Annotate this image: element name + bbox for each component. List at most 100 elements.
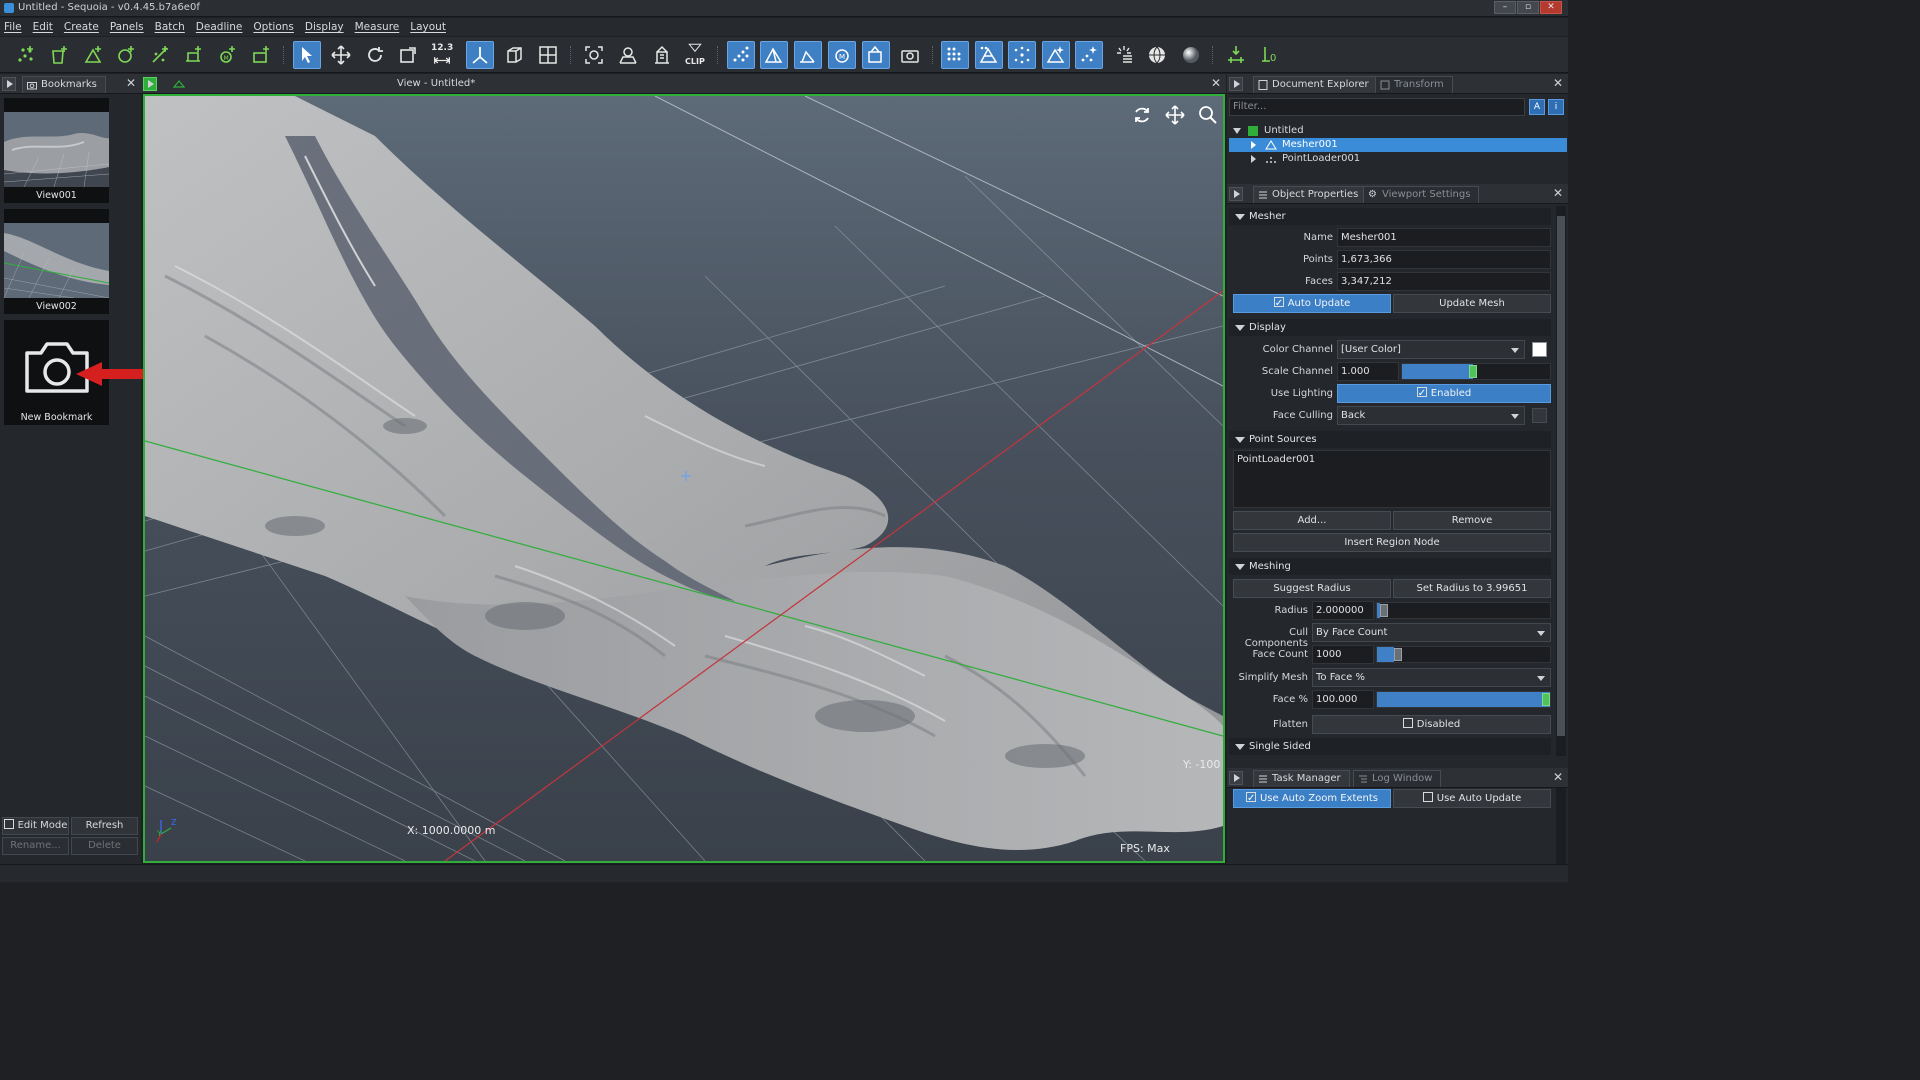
section-meshing[interactable]: Meshing [1229, 558, 1551, 575]
menu-edit[interactable]: Edit [33, 21, 53, 33]
tree-item-pointloader001[interactable]: PointLoader001 [1229, 152, 1567, 166]
collapse-arrow-icon[interactable] [1251, 155, 1256, 163]
bookmark-view002[interactable]: View002 [4, 209, 109, 314]
face-culling-dropdown[interactable]: Back [1337, 406, 1525, 425]
color-channel-dropdown[interactable]: [User Color] [1337, 340, 1525, 359]
point-display-icon[interactable] [727, 41, 755, 69]
close-viewport-button[interactable]: ✕ [1209, 77, 1223, 91]
add-mesher-icon[interactable] [80, 41, 108, 69]
edit-mode-checkbox[interactable]: Edit Mode [2, 817, 69, 835]
grid-snap-icon[interactable] [534, 41, 562, 69]
filter-case-icon[interactable]: A [1529, 99, 1545, 115]
face-culling-extra-button[interactable] [1532, 408, 1547, 423]
origin-zero-icon[interactable]: 0 [1256, 41, 1284, 69]
slider-handle[interactable] [1542, 693, 1550, 706]
task-manager-scrollbar[interactable] [1556, 788, 1566, 864]
simplify-mesh-dropdown[interactable]: To Face % [1312, 668, 1551, 687]
slider-handle[interactable] [1393, 648, 1402, 661]
add-point-loader-icon[interactable] [12, 41, 40, 69]
close-window-button[interactable]: ✕ [1540, 1, 1562, 14]
rotate-tool-icon[interactable] [361, 41, 389, 69]
rename-button[interactable]: Rename... [2, 837, 69, 855]
close-bookmarks-button[interactable]: ✕ [124, 77, 138, 91]
add-modifier-icon[interactable]: M [214, 41, 242, 69]
menu-panels[interactable]: Panels [110, 21, 144, 33]
menu-batch[interactable]: Batch [155, 21, 185, 33]
section-display[interactable]: Display [1229, 319, 1551, 336]
clip-tool-icon[interactable]: CLIP [681, 41, 709, 69]
properties-scrollbar[interactable] [1556, 206, 1566, 756]
modifier-display-icon[interactable]: M [828, 41, 856, 69]
tree-item-mesher001[interactable]: Mesher001 [1229, 138, 1567, 152]
camera-display-icon[interactable] [896, 41, 924, 69]
tab-viewport-settings[interactable]: ⚙ Viewport Settings [1363, 186, 1480, 203]
add-camera-icon[interactable] [248, 41, 276, 69]
insert-region-node-button[interactable]: Insert Region Node [1233, 533, 1551, 552]
gizmo-axis-icon[interactable] [466, 41, 494, 69]
task-manager-toggle[interactable] [1229, 771, 1243, 785]
slider-handle[interactable] [1380, 604, 1389, 617]
document-explorer-toggle[interactable] [1229, 77, 1243, 91]
filter-info-icon[interactable]: i [1548, 99, 1564, 115]
sphere-shading-icon[interactable] [1143, 41, 1171, 69]
filter-display-icon[interactable] [794, 41, 822, 69]
menu-layout[interactable]: Layout [410, 21, 446, 33]
maximize-button[interactable]: ▫ [1517, 1, 1539, 14]
measure-tool-icon[interactable]: 12.3 [428, 41, 456, 69]
light-shading-icon[interactable] [1042, 41, 1070, 69]
add-loader-icon[interactable] [46, 41, 74, 69]
point-sources-list[interactable]: PointLoader001 [1233, 450, 1551, 508]
use-auto-update-toggle[interactable]: Use Auto Update [1393, 789, 1551, 808]
radius-slider[interactable] [1376, 602, 1551, 619]
remove-point-source-button[interactable]: Remove [1393, 511, 1551, 530]
face-percent-slider[interactable] [1376, 691, 1551, 708]
close-task-manager-button[interactable]: ✕ [1551, 771, 1565, 785]
scale-tool-icon[interactable] [394, 41, 422, 69]
menu-file[interactable]: File [4, 21, 22, 33]
flatten-toggle[interactable]: Disabled [1312, 715, 1551, 734]
menu-display[interactable]: Display [305, 21, 344, 33]
section-single-sided[interactable]: Single Sided [1229, 738, 1551, 755]
radius-field[interactable]: 2.000000 [1312, 601, 1374, 620]
object-properties-toggle[interactable] [1229, 187, 1243, 201]
menu-measure[interactable]: Measure [355, 21, 400, 33]
auto-update-toggle[interactable]: Auto Update [1233, 294, 1391, 313]
face-percent-field[interactable]: 100.000 [1312, 690, 1374, 709]
refresh-button[interactable]: Refresh [71, 817, 138, 835]
menu-deadline[interactable]: Deadline [196, 21, 243, 33]
filter-input[interactable]: Filter... [1229, 98, 1525, 116]
pan-icon[interactable] [1164, 104, 1186, 126]
section-point-sources[interactable]: Point Sources [1229, 431, 1551, 448]
cull-components-dropdown[interactable]: By Face Count [1312, 623, 1551, 642]
face-count-field[interactable]: 1000 [1312, 645, 1374, 664]
menu-create[interactable]: Create [64, 21, 99, 33]
auto-zoom-extents-toggle[interactable]: Use Auto Zoom Extents [1233, 789, 1391, 808]
tab-bookmarks[interactable]: Bookmarks [22, 76, 106, 93]
tab-object-properties[interactable]: Object Properties [1253, 186, 1368, 203]
local-space-icon[interactable] [500, 41, 528, 69]
orbit-icon[interactable] [1131, 104, 1153, 126]
building-icon[interactable] [648, 41, 676, 69]
bookmarks-panel-toggle[interactable] [2, 77, 16, 91]
section-mesher[interactable]: Mesher [1229, 208, 1551, 225]
add-filter-icon[interactable] [113, 41, 141, 69]
light-toggle-icon[interactable] [1110, 41, 1138, 69]
matcap-shading-icon[interactable] [1177, 41, 1205, 69]
bookmark-view001[interactable]: View001 [4, 98, 109, 203]
add-point-source-button[interactable]: Add... [1233, 511, 1391, 530]
minimize-button[interactable]: – [1494, 1, 1516, 14]
close-document-explorer-button[interactable]: ✕ [1551, 77, 1565, 91]
render-view-icon[interactable] [614, 41, 642, 69]
tab-task-manager[interactable]: Task Manager [1253, 770, 1350, 787]
name-field[interactable]: Mesher001 [1337, 228, 1551, 247]
set-radius-button[interactable]: Set Radius to 3.99651 [1393, 579, 1551, 598]
sparkle-points-icon[interactable] [1075, 41, 1103, 69]
add-region-icon[interactable] [180, 41, 208, 69]
tab-transform[interactable]: Transform [1375, 76, 1453, 93]
suggest-radius-button[interactable]: Suggest Radius [1233, 579, 1391, 598]
zoom-icon[interactable] [1197, 104, 1219, 126]
3d-viewport[interactable]: X: 1000.0000 m Y: -100 FPS: Max Z Y [143, 94, 1225, 863]
face-count-slider[interactable] [1376, 646, 1551, 663]
zoom-extents-icon[interactable] [580, 41, 608, 69]
tab-document-explorer[interactable]: Document Explorer [1253, 76, 1378, 93]
